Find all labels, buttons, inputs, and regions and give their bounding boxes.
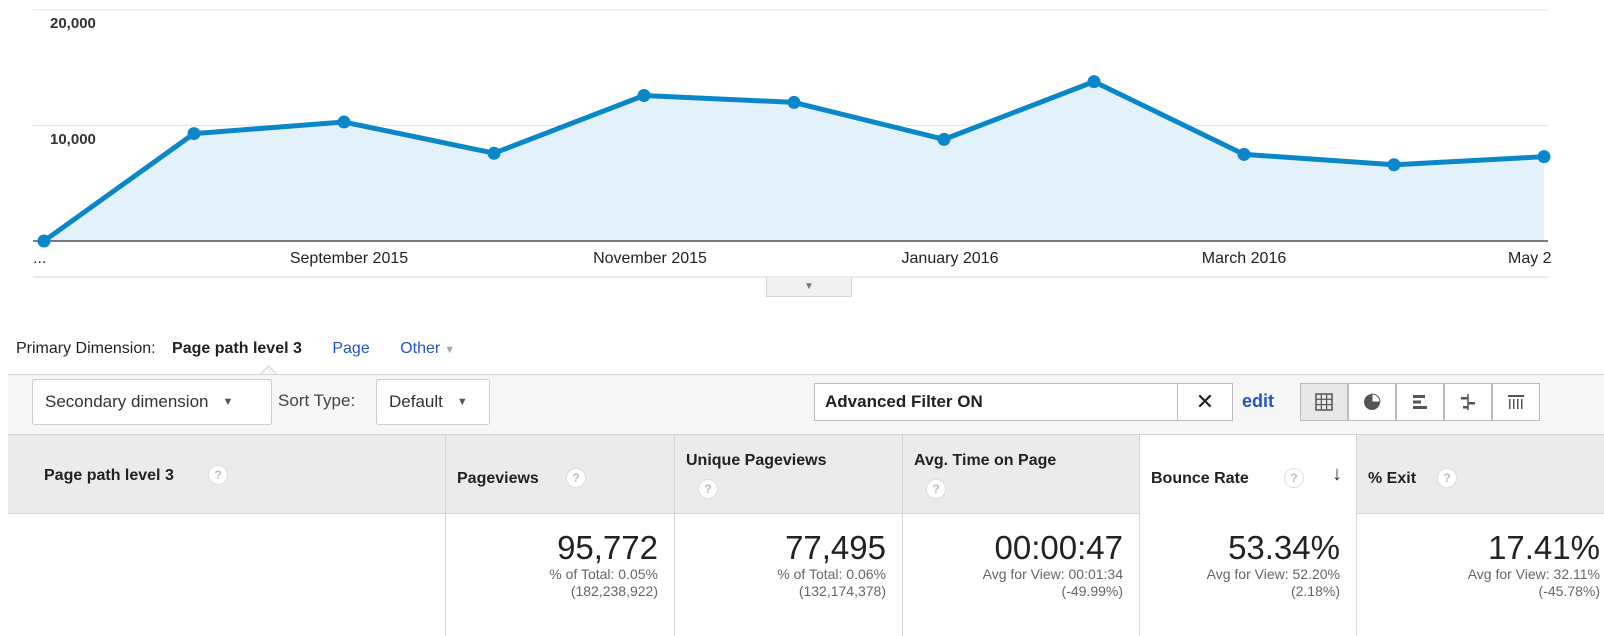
sort-type-value: Default	[389, 392, 443, 411]
help-icon[interactable]: ?	[1437, 468, 1457, 488]
primary-dimension-other[interactable]: Other ▼	[400, 340, 455, 357]
y-tick-label: 10,000	[50, 131, 96, 148]
pivot-view-icon	[1508, 395, 1524, 409]
total-delta: (-45.78%)	[1538, 583, 1600, 599]
help-icon[interactable]: ?	[566, 468, 586, 488]
total-average: Avg for View: 52.20%	[1206, 566, 1340, 582]
help-icon[interactable]: ?	[926, 479, 946, 499]
x-tick-label: September 2015	[289, 250, 409, 267]
x-tick-label: March 2016	[1201, 250, 1287, 267]
sort-type-label: Sort Type:	[278, 391, 356, 410]
x-tick-label: November 2015	[593, 250, 707, 267]
data-point	[637, 88, 651, 102]
column-label: Bounce Rate	[1151, 470, 1249, 487]
filter-input[interactable]: Advanced Filter ON	[814, 383, 1178, 421]
comparison-view-button[interactable]	[1444, 383, 1492, 421]
data-point	[1087, 75, 1101, 89]
close-icon: ✕	[1195, 389, 1215, 414]
data-point	[1537, 150, 1551, 164]
total-value: 17.41%	[1488, 529, 1600, 566]
total-value: 53.34%	[1228, 529, 1340, 566]
column-header-dimension[interactable]: Page path level 3 ?	[8, 435, 445, 515]
total-delta: (2.18%)	[1290, 583, 1340, 599]
help-icon[interactable]: ?	[1284, 468, 1304, 488]
column-label: Page path level 3	[44, 467, 174, 484]
table-view-icon	[1315, 393, 1333, 411]
column-header-avg-time-on-page[interactable]: Avg. Time on Page ?	[902, 435, 1139, 515]
chevron-down-icon: ▼	[804, 281, 814, 292]
x-tick-label: January 2016	[901, 250, 999, 267]
timeline-chart: 20,000 10,000 ... September 2015 Novembe…	[0, 0, 1604, 300]
data-point	[1387, 158, 1401, 172]
total-value: 77,495	[785, 529, 886, 566]
total-delta: (-49.99%)	[1061, 583, 1123, 599]
total-value: 00:00:47	[994, 529, 1123, 566]
data-point	[187, 127, 201, 141]
help-icon[interactable]: ?	[208, 465, 228, 485]
chart-collapse-toggle[interactable]: ▼	[766, 277, 852, 297]
total-site: (132,174,378)	[798, 583, 886, 599]
data-point	[937, 132, 951, 146]
column-header-unique-pageviews[interactable]: Unique Pageviews ?	[674, 435, 902, 515]
totals-avg-time-cell: 00:00:47 Avg for View: 00:01:34 (-49.99%…	[902, 514, 1139, 636]
total-value: 95,772	[557, 529, 658, 566]
data-point	[37, 234, 51, 248]
total-average: Avg for View: 32.11%	[1467, 566, 1600, 582]
help-icon[interactable]: ?	[698, 479, 718, 499]
other-label: Other	[400, 340, 441, 357]
secondary-dimension-dropdown[interactable]: Secondary dimension ▼	[32, 379, 272, 425]
filter-value: Advanced Filter ON	[825, 392, 983, 411]
data-point	[787, 95, 801, 109]
x-tick-label: ...	[33, 250, 47, 267]
y-tick-label: 20,000	[50, 15, 96, 32]
data-point	[1237, 147, 1251, 161]
column-label: Avg. Time on Page	[914, 452, 1057, 469]
caret-down-icon: ▼	[444, 344, 456, 356]
column-header-exit[interactable]: % Exit ?	[1356, 435, 1604, 515]
total-average: Avg for View: 00:01:34	[982, 566, 1123, 582]
column-header-pageviews[interactable]: Pageviews ?	[445, 435, 674, 515]
comparison-view-icon	[1461, 394, 1475, 410]
total-percent: % of Total: 0.06%	[777, 566, 886, 582]
x-tick-clip: May 2016	[1508, 250, 1552, 268]
table-toolbar: Secondary dimension ▼ Sort Type: Default…	[8, 374, 1604, 434]
table-header: Page path level 3 ? Pageviews ? Unique P…	[8, 434, 1604, 515]
column-label: Unique Pageviews	[686, 452, 827, 469]
total-site: (182,238,922)	[570, 583, 658, 599]
sort-type-dropdown[interactable]: Default ▼	[376, 379, 490, 425]
pivot-view-button[interactable]	[1492, 383, 1540, 421]
performance-view-icon	[1413, 395, 1427, 409]
pie-view-icon	[1364, 393, 1381, 410]
chart-svg	[33, 9, 1551, 278]
primary-dimension-label: Primary Dimension:	[16, 340, 156, 357]
totals-bounce-rate-cell: 53.34% Avg for View: 52.20% (2.18%)	[1139, 514, 1356, 636]
table-view-button[interactable]	[1300, 383, 1348, 421]
edit-filter-link[interactable]: edit	[1242, 391, 1274, 412]
column-header-bounce-rate[interactable]: Bounce Rate ? ↓	[1139, 435, 1356, 515]
data-point	[337, 115, 351, 129]
column-label: Pageviews	[457, 470, 539, 487]
total-percent: % of Total: 0.05%	[549, 566, 658, 582]
secondary-dimension-label: Secondary dimension	[45, 392, 209, 411]
caret-down-icon: ▼	[222, 396, 234, 408]
totals-dimension-cell	[8, 514, 445, 636]
data-point	[487, 146, 501, 160]
clear-filter-button[interactable]: ✕	[1177, 383, 1233, 421]
performance-view-button[interactable]	[1396, 383, 1444, 421]
pie-view-button[interactable]	[1348, 383, 1396, 421]
totals-unique-pageviews-cell: 77,495 % of Total: 0.06% (132,174,378)	[674, 514, 902, 636]
primary-dimension-active: Page path level 3	[172, 340, 302, 357]
caret-down-icon: ▼	[456, 396, 468, 408]
totals-exit-cell: 17.41% Avg for View: 32.11% (-45.78%)	[1356, 514, 1604, 636]
totals-pageviews-cell: 95,772 % of Total: 0.05% (182,238,922)	[445, 514, 674, 636]
primary-dimension-bar: Primary Dimension: Page path level 3 Pag…	[16, 340, 455, 358]
sort-descending-icon: ↓	[1332, 463, 1342, 485]
x-tick-label: May 2016	[1508, 250, 1552, 267]
primary-dimension-option-page[interactable]: Page	[332, 340, 369, 357]
totals-row: 95,772 % of Total: 0.05% (182,238,922) 7…	[8, 514, 1604, 636]
column-label: % Exit	[1368, 470, 1417, 487]
